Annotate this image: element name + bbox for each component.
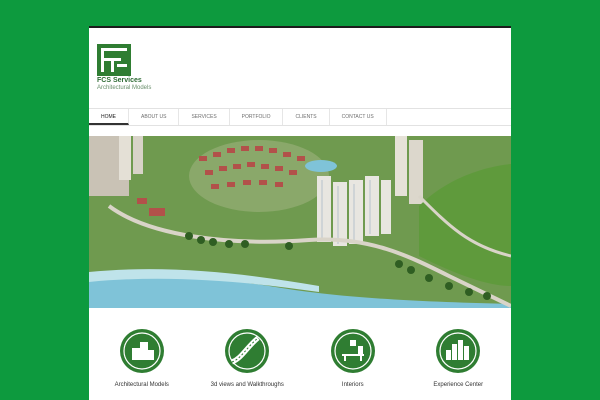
interior-icon[interactable] <box>330 328 376 374</box>
nav-services[interactable]: SERVICES <box>179 109 230 125</box>
road-icon[interactable] <box>224 328 270 374</box>
brand-name[interactable]: FCS Services <box>97 77 142 84</box>
main-nav: HOME ABOUT US SERVICES PORTFOLIO CLIENTS… <box>89 108 511 126</box>
service-label: Architectural Models <box>114 382 169 388</box>
service-architectural-models[interactable]: Architectural Models <box>92 328 192 400</box>
nav-clients[interactable]: CLIENTS <box>283 109 330 125</box>
fcs-logo-icon[interactable] <box>97 44 131 76</box>
nav-home[interactable]: HOME <box>89 109 129 125</box>
city-skyline-icon[interactable] <box>435 328 481 374</box>
nav-portfolio[interactable]: PORTFOLIO <box>230 109 284 125</box>
service-label: Experience Center <box>433 382 484 388</box>
service-experience-center[interactable]: Experience Center <box>408 328 508 400</box>
hero-image <box>89 136 511 308</box>
service-label: 3d views and Walkthroughs <box>210 382 284 388</box>
nav-contact-us[interactable]: CONTACT US <box>330 109 387 125</box>
buildings-icon[interactable] <box>119 328 165 374</box>
brand-tagline: Architectural Models <box>97 85 152 91</box>
service-interiors[interactable]: Interiors <box>303 328 403 400</box>
services-section: Architectural Models 3d views and Walkth… <box>89 328 511 400</box>
service-3d-views[interactable]: 3d views and Walkthroughs <box>197 328 297 400</box>
service-label: Interiors <box>341 382 364 388</box>
nav-about-us[interactable]: ABOUT US <box>129 109 180 125</box>
page-container: FCS Services Architectural Models HOME A… <box>89 26 511 400</box>
